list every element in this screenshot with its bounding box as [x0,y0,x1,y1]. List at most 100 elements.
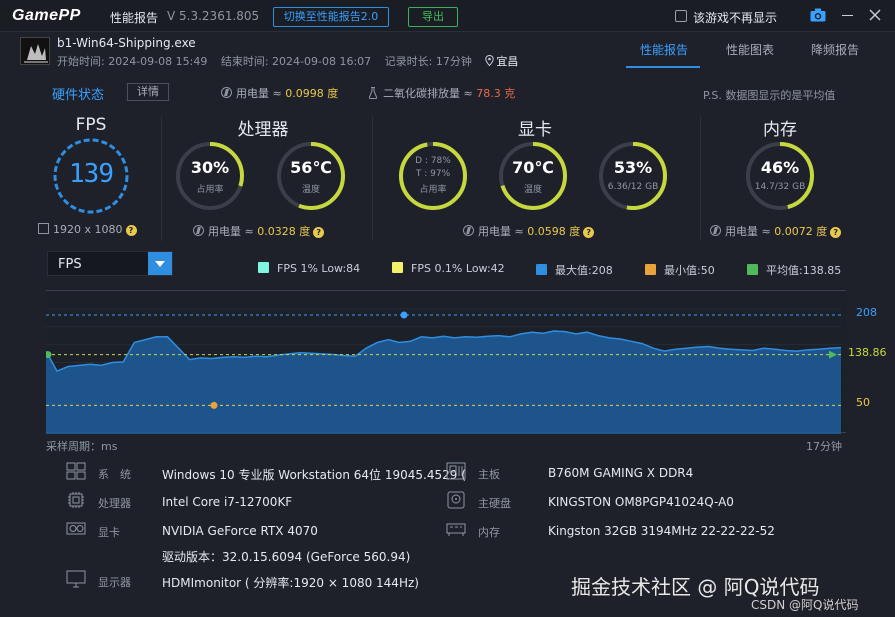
legend-label: FPS 0.1% Low:42 [411,262,505,275]
gpu-power-value: 0.0598 度 [527,225,581,238]
legend-label: 最小值:50 [664,264,715,277]
fps-section-title: FPS [75,115,107,135]
mem-power: 用电量 ≈ 0.0072 度? [710,223,842,239]
disk-value: KINGSTON OM8PGP41024Q-A0 [548,495,734,509]
cpu-power: 用电量 ≈ 0.0328 度? [193,223,325,239]
disk-icon [447,491,465,509]
driver-value: 驱动版本：32.0.15.6094 (GeForce 560.94) [162,550,411,564]
ram-icon [446,523,466,536]
legend-swatch [392,262,403,273]
co2-icon [368,87,378,99]
location-pin-icon [485,55,495,66]
co2-emission: 二氧化碳排放量 ≈ 78.3 克 [368,85,515,101]
dont-show-label[interactable]: 该游戏不再显示 [693,9,777,26]
gpu-value: NVIDIA GeForce RTX 4070 [162,524,318,538]
board-value: B760M GAMING X DDR4 [548,466,694,480]
os-value: Windows 10 专业版 Workstation 64位 19045.452… [162,468,466,482]
disk-key: 主硬盘 [478,497,511,510]
cpu-power-label: 用电量 ≈ [208,225,258,238]
close-icon[interactable] [868,8,882,22]
divider [700,116,701,241]
co2-value: 78.3 克 [476,87,516,100]
avg-note: P.S. 数据图显示的是平均值 [703,89,836,102]
fps-gauge: 139 [52,137,130,215]
legend-label: 平均值:138.85 [766,264,842,277]
cpu-section-title: 处理器 [237,120,289,140]
x-axis-right-label: 17分钟 [806,440,842,453]
min-point [210,401,218,409]
fps-resolution: 1920 x 1080? [38,223,137,236]
gpu-power: 用电量 ≈ 0.0598 度? [463,223,595,239]
cpu-icon [68,492,84,508]
cpu-key: 处理器 [98,497,131,510]
help-icon[interactable]: ? [583,227,595,238]
mem-power-label: 用电量 ≈ [725,225,775,238]
gpu-vram-gauge: 53% 6.36/12 GB [598,141,668,211]
mem-usage-gauge: 46% 14.7/32 GB [745,141,815,211]
help-icon[interactable]: ? [830,227,842,238]
divider [161,116,162,241]
details-button[interactable]: 详情 [127,83,169,101]
legend-item: 最大值:208 [536,262,613,278]
gpu-t-value: T : 97% [415,169,451,179]
total-power: 用电量 ≈ 0.0998 度 [221,85,338,101]
gpu-vram-value: 53% [613,158,653,177]
app-logo: GamePP [12,7,81,24]
windows-icon [66,462,86,480]
legend-item: FPS 1% Low:84 [258,262,360,275]
export-button[interactable]: 导出 [408,7,458,27]
help-icon[interactable]: ? [125,225,137,236]
tab-performance-chart[interactable]: 性能图表 [726,41,774,58]
location: 宜昌 [496,55,519,68]
monitor-value: HDMImonitor ( 分辨率:1920 × 1080 144Hz) [162,576,419,590]
help-icon[interactable]: ? [313,227,325,238]
board-key: 主板 [478,468,500,481]
legend-swatch [258,262,269,273]
legend-label: FPS 1% Low:84 [277,262,361,275]
co2-label: 二氧化碳排放量 ≈ [383,87,477,100]
legend-swatch [747,264,758,275]
mem-usage-value: 46% [760,158,800,177]
app-version: V 5.3.2361.805 [167,9,260,23]
x-axis-left-label: 采样周期：ms [46,440,118,453]
tab-performance-report[interactable]: 性能报告 [640,41,688,58]
cpu-usage-label: 占用率 [196,185,224,195]
power-icon [463,225,474,236]
active-tab-underline [626,66,700,68]
fps-value: 139 [69,159,114,189]
gpu-usage-gauge: D : 78% T : 97% 占用率 [398,141,468,211]
dont-show-checkbox[interactable] [675,10,687,22]
minimize-icon[interactable] [842,15,853,16]
tab-throttle-report[interactable]: 降频报告 [811,41,859,58]
gpu-icon [66,522,86,535]
watermark-sub: CSDN @阿Q说代码 [751,598,859,612]
gpu-temp-value: 70℃ [512,158,554,177]
end-time: 结束时间: 2024-09-08 16:07 [220,55,372,68]
y-label-min: 50 [856,396,870,409]
legend-swatch [645,264,656,275]
metric-select-value: FPS [58,257,82,272]
metric-select[interactable]: FPS [47,251,173,276]
app-title: 性能报告 [110,11,159,25]
monitor-key: 显示器 [98,576,131,589]
resolution-text: 1920 x 1080 [53,223,123,236]
gpu-section-title: 显卡 [518,120,552,140]
game-thumbnail [20,37,50,65]
mem-power-value: 0.0072 度 [774,225,828,238]
duration: 记录时长: 17分钟 [384,55,472,68]
os-key: 系 统 [98,468,131,481]
resolution-icon [38,223,49,234]
chevron-down-icon[interactable] [148,252,172,275]
gpu-vram-detail: 6.36/12 GB [607,182,659,192]
legend-label: 最大值:208 [555,264,613,277]
cpu-usage-gauge: 30% 占用率 [175,141,245,211]
camera-icon[interactable] [810,8,826,22]
total-power-value: 0.0998 度 [285,87,339,100]
power-icon [193,225,204,236]
gpu-usage-label: 占用率 [419,185,447,195]
cpu-temp-value: 56℃ [290,158,332,177]
gpu-temp-gauge: 70℃ 温度 [498,141,568,211]
switch-report-button[interactable]: 切换至性能报告2.0 [273,7,389,27]
legend-item: 平均值:138.85 [747,262,841,278]
game-meta: 开始时间: 2024-09-08 15:49 结束时间: 2024-09-08 … [57,53,528,69]
